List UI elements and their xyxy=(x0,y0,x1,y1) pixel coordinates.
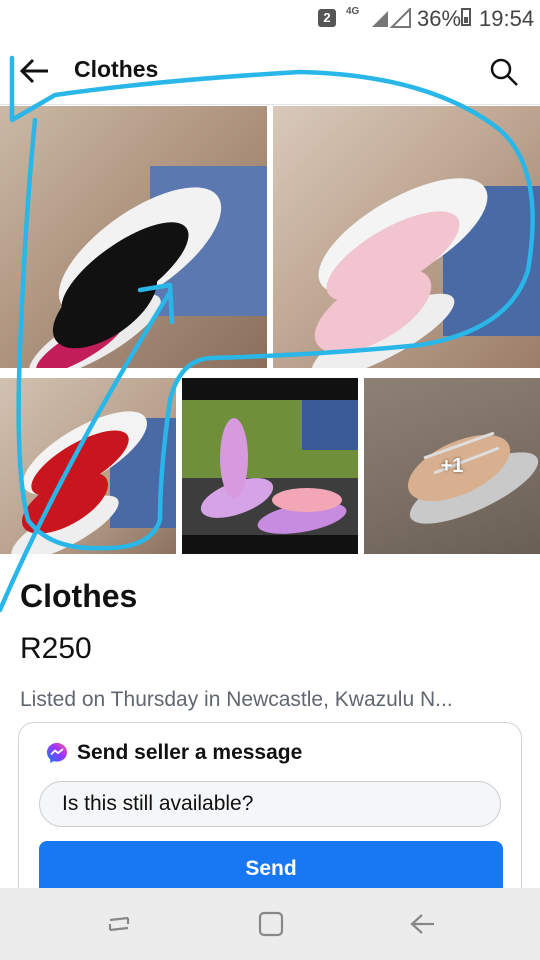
listing-photo-tie-dye-sandals[interactable] xyxy=(182,378,358,554)
battery-icon xyxy=(461,8,471,26)
back-nav-icon[interactable] xyxy=(408,910,438,938)
message-input[interactable] xyxy=(39,781,501,827)
signal-icon xyxy=(372,8,411,28)
page-title: Clothes xyxy=(74,56,159,82)
listing-photo-lace-up-sandal[interactable]: +1 xyxy=(364,378,540,554)
sim-badge: 2 xyxy=(318,9,336,27)
battery-percent: 36% xyxy=(417,6,462,31)
status-bar: 2 4G 36% 19:54 xyxy=(0,0,540,38)
clock: 19:54 xyxy=(479,6,535,31)
listing-price: R250 xyxy=(20,632,92,665)
messenger-icon xyxy=(47,743,67,763)
listing-photo-red-sandals[interactable] xyxy=(0,378,176,554)
listing-title: Clothes xyxy=(20,578,138,614)
listing-photo-black-sandals[interactable] xyxy=(0,106,267,368)
arrow-left-icon[interactable] xyxy=(18,56,52,86)
app-bar: Clothes xyxy=(0,38,540,105)
recent-apps-icon[interactable] xyxy=(104,910,134,938)
system-nav-bar xyxy=(0,888,540,960)
search-icon[interactable] xyxy=(488,56,520,88)
listing-location: Listed on Thursday in Newcastle, Kwazulu… xyxy=(20,688,453,711)
message-heading: Send seller a message xyxy=(77,741,303,764)
home-icon[interactable] xyxy=(256,910,286,938)
listing-photo-pink-sandals[interactable] xyxy=(273,106,540,368)
network-indicator: 4G xyxy=(346,6,360,17)
more-photos-count: +1 xyxy=(440,454,464,477)
